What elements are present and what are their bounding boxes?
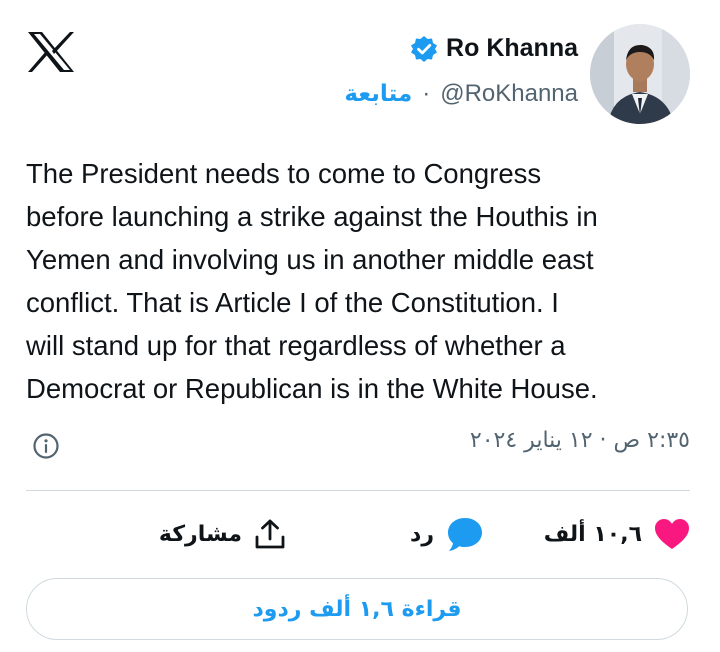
tweet-text-line: Democrat or Republican is in the White H… bbox=[26, 373, 598, 404]
avatar-image bbox=[590, 24, 690, 124]
tweet-text-line: conflict. That is Article I of the Const… bbox=[26, 287, 559, 318]
share-button[interactable]: مشاركة bbox=[159, 512, 286, 556]
avatar[interactable] bbox=[590, 24, 690, 124]
handle-row: متابعة · @RoKhanna bbox=[344, 80, 578, 108]
share-icon bbox=[255, 519, 285, 549]
tweet-timestamp[interactable]: ٢:٣٥ ص · ١٢ يناير ٢٠٢٤ bbox=[470, 428, 690, 453]
verified-badge-icon bbox=[411, 35, 438, 62]
reply-button[interactable]: رد bbox=[410, 512, 484, 556]
read-replies-label: قراءة ١,٦ ألف ردود bbox=[252, 596, 462, 622]
display-name[interactable]: Ro Khanna bbox=[446, 34, 578, 63]
like-button[interactable]: ١٠,٦ ألف bbox=[544, 512, 690, 556]
info-icon[interactable] bbox=[32, 432, 60, 460]
author-name-row[interactable]: Ro Khanna bbox=[410, 34, 578, 63]
handle[interactable]: @RoKhanna bbox=[440, 80, 578, 108]
share-label: مشاركة bbox=[158, 521, 242, 547]
reply-label: رد bbox=[410, 521, 434, 547]
follow-button[interactable]: متابعة bbox=[344, 81, 412, 107]
read-replies-button[interactable]: قراءة ١,٦ ألف ردود bbox=[26, 578, 688, 640]
tweet-text-line: The President needs to come to Congress bbox=[26, 158, 542, 189]
like-count: ١٠,٦ ألف bbox=[543, 521, 642, 547]
speech-bubble-icon bbox=[448, 518, 482, 551]
tweet-text: The President needs to come to Congress … bbox=[26, 152, 696, 410]
separator-dot: · bbox=[422, 80, 431, 107]
action-bar: ١٠,٦ ألف رد مشاركة bbox=[0, 512, 720, 556]
tweet-text-line: Yemen and involving us in another middle… bbox=[26, 244, 594, 275]
x-logo-icon[interactable] bbox=[26, 30, 76, 74]
heart-icon bbox=[655, 519, 689, 549]
tweet-text-line: will stand up for that regardless of whe… bbox=[26, 330, 566, 361]
tweet-text-line: before launching a strike against the Ho… bbox=[26, 201, 598, 232]
divider bbox=[26, 490, 690, 491]
